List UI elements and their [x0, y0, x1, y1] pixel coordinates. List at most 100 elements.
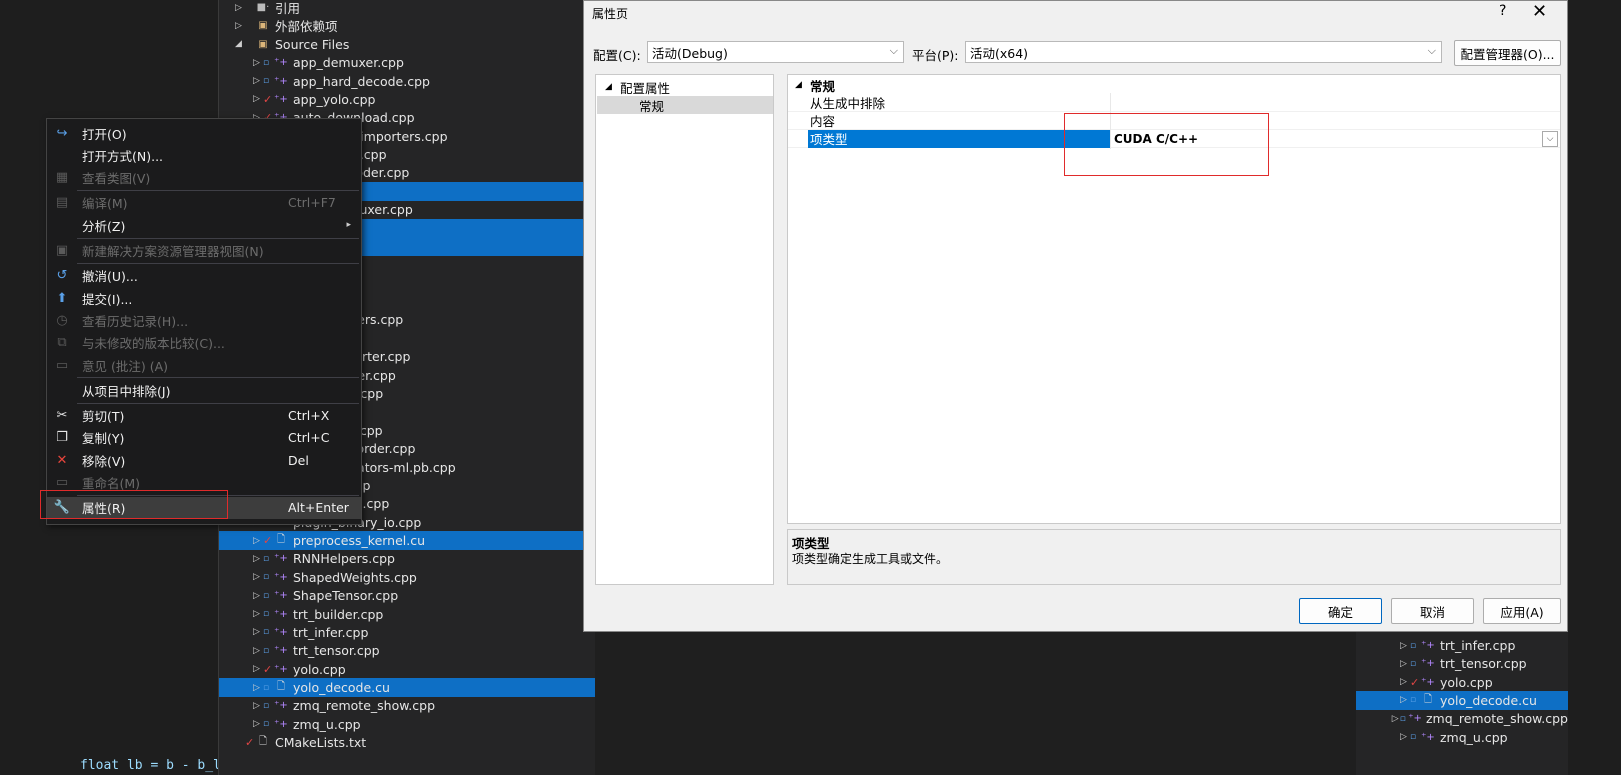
- txt-file-icon: 🗋: [258, 736, 268, 748]
- explorer-tree-item[interactable]: ▷ ▫ ⁺+ zmq_u.cpp: [219, 715, 595, 734]
- menu-item[interactable]: ⬆ 提交(I)...: [47, 287, 361, 309]
- explorer-tree-item[interactable]: ▷ ▫ ⁺+ trt_infer.cpp: [219, 623, 595, 642]
- checked-out-icon: ✓: [263, 534, 273, 548]
- menu-item-label: 与未修改的版本比较(C)...: [82, 336, 225, 352]
- explorer-tree-item[interactable]: ▷ ▫ ⁺+ ShapedWeights.cpp: [219, 568, 595, 587]
- tree-item-label: app_yolo.cpp: [293, 91, 376, 107]
- menu-item[interactable]: ↪ 打开(O): [47, 122, 361, 144]
- tree-item-config-properties[interactable]: ◢ 配置属性: [597, 78, 773, 96]
- menu-item[interactable]: ↺ 撤消(U)...: [47, 265, 361, 287]
- remove-icon: ✕: [56, 452, 68, 468]
- expand-arrow-icon[interactable]: ▷: [253, 58, 263, 68]
- expand-arrow-icon[interactable]: ▷: [253, 572, 263, 582]
- explorer2-tree-item[interactable]: ▷ ▫ ⁺+ trt_tensor.cpp: [1356, 654, 1568, 673]
- tree-item-label: ShapedWeights.cpp: [293, 569, 417, 585]
- ok-button[interactable]: 确定: [1299, 598, 1382, 624]
- expand-arrow-icon[interactable]: ▷: [253, 609, 263, 619]
- collapse-arrow-icon[interactable]: ◢: [235, 39, 245, 49]
- grid-category[interactable]: ◢ 常规: [788, 76, 1560, 94]
- context-menu: ↪ 打开(O) 打开方式(N)... ▦ 查看类图(V) ▤ 编译(M) Ctrl+F7 分析(…: [46, 118, 362, 525]
- expand-arrow-icon[interactable]: ▷: [253, 536, 263, 546]
- expand-arrow-icon[interactable]: ▷: [1400, 695, 1410, 705]
- tree-item-label: yolo.cpp: [1440, 674, 1493, 690]
- cpp-file-icon: ⁺+: [274, 626, 288, 638]
- expand-arrow-icon[interactable]: ▷: [1400, 677, 1410, 687]
- cpp-file-icon: ⁺+: [1421, 658, 1435, 670]
- explorer-tree-item[interactable]: ▷ ▫ ⁺+ trt_builder.cpp: [219, 605, 595, 624]
- tree-item-label: app_demuxer.cpp: [293, 55, 404, 71]
- config-select[interactable]: 活动(Debug) ⌵: [647, 41, 904, 63]
- expand-arrow-icon[interactable]: ▷: [253, 646, 263, 656]
- explorer-tree-item[interactable]: ▷ ▫ ⁺+ RNNHelpers.cpp: [219, 549, 595, 568]
- explorer-tree-item[interactable]: ▷ ▫ ⁺+ zmq_remote_show.cpp: [219, 696, 595, 715]
- tree-item-label: Source Files: [275, 36, 350, 52]
- expand-arrow-icon[interactable]: ▷: [253, 76, 263, 86]
- explorer-tree-item[interactable]: ▷ ▫ 🗋 yolo_decode.cu: [219, 678, 595, 698]
- property-row-exclude[interactable]: 从生成中排除: [788, 94, 1560, 112]
- menu-item: ▭ 意见 (批注) (A): [47, 354, 361, 376]
- lock-icon: ▫: [263, 553, 270, 564]
- explorer-tree-item[interactable]: ▷ ▫ ⁺+ app_hard_decode.cpp: [219, 72, 595, 91]
- cpp-file-icon: ⁺+: [274, 608, 288, 620]
- explorer-tree-item[interactable]: ✓ 🗋 CMakeLists.txt: [219, 733, 595, 752]
- explorer2-tree-item[interactable]: ▷ ✓ ⁺+ yolo.cpp: [1356, 673, 1568, 692]
- menu-item[interactable]: ✂ 剪切(T) Ctrl+X: [47, 405, 361, 427]
- lock-icon: ▫: [263, 590, 270, 601]
- platform-select[interactable]: 活动(x64) ⌵: [965, 41, 1442, 63]
- explorer-tree-item[interactable]: ▷ ▣ 外部依赖项: [219, 16, 595, 35]
- expand-arrow-icon[interactable]: ▷: [253, 94, 263, 104]
- expand-arrow-icon[interactable]: ▷: [253, 554, 263, 564]
- tree-item-label: RNNHelpers.cpp: [293, 551, 395, 567]
- menu-item[interactable]: 打开方式(N)...: [47, 144, 361, 166]
- explorer-tree-item[interactable]: ▷ ▫ ⁺+ ShapeTensor.cpp: [219, 586, 595, 605]
- lock-icon: ▫: [263, 682, 270, 693]
- explorer-tree-item[interactable]: ▷ ■· 引用: [219, 0, 595, 17]
- expand-arrow-icon[interactable]: ▷: [253, 664, 263, 674]
- close-icon[interactable]: ✕: [1532, 1, 1547, 22]
- config-manager-button[interactable]: 配置管理器(O)...: [1454, 40, 1561, 66]
- menu-item[interactable]: 从项目中排除(J): [47, 379, 361, 401]
- expand-arrow-icon[interactable]: ▷: [235, 21, 245, 31]
- solution-explorer-secondary[interactable]: ▷ ▫ ⁺+ trt_infer.cpp ▷ ▫ ⁺+ trt_tensor.cpp ▷ ✓ ⁺+ y…: [1356, 632, 1568, 775]
- expand-arrow-icon[interactable]: ▷: [1400, 659, 1410, 669]
- tree-item-label: 配置属性: [620, 80, 671, 96]
- explorer-tree-item[interactable]: ▷ ▫ ⁺+ app_demuxer.cpp: [219, 53, 595, 72]
- tree-item-label: yolo_decode.cu: [1440, 692, 1537, 708]
- tree-item-general[interactable]: 常规: [597, 96, 773, 114]
- expand-arrow-icon[interactable]: ▷: [1400, 641, 1410, 651]
- expand-arrow-icon[interactable]: ▷: [235, 3, 245, 13]
- config-select-value: 活动(Debug): [652, 45, 728, 61]
- expand-arrow-icon[interactable]: ▷: [253, 683, 263, 693]
- explorer2-tree-item[interactable]: ▷ ▫ 🗋 yolo_decode.cu: [1356, 690, 1568, 710]
- menu-separator: [77, 377, 359, 379]
- expand-arrow-icon[interactable]: ▷: [253, 591, 263, 601]
- expand-arrow-icon[interactable]: ▷: [1392, 714, 1400, 724]
- explorer-tree-item[interactable]: ◢ ▣ Source Files: [219, 35, 595, 54]
- menu-separator: [77, 402, 359, 404]
- cancel-button[interactable]: 取消: [1391, 598, 1474, 624]
- menu-item[interactable]: ❐ 复制(Y) Ctrl+C: [47, 427, 361, 449]
- explorer-tree-item[interactable]: ▷ ✓ ⁺+ yolo.cpp: [219, 660, 595, 679]
- cpp-file-icon: ⁺+: [274, 57, 288, 69]
- menu-item[interactable]: ✕ 移除(V) Del: [47, 449, 361, 471]
- explorer-tree-item[interactable]: ▷ ▫ ⁺+ trt_tensor.cpp: [219, 641, 595, 660]
- help-icon[interactable]: ?: [1499, 3, 1506, 19]
- menu-item-shortcut: Del: [288, 452, 309, 468]
- expand-arrow-icon[interactable]: ▷: [253, 627, 263, 637]
- explorer2-tree-item[interactable]: ▷ ▫ ⁺+ zmq_remote_show.cpp: [1356, 709, 1568, 728]
- explorer-tree-item[interactable]: ▷ ✓ ⁺+ app_yolo.cpp: [219, 90, 595, 109]
- menu-item-shortcut: Ctrl+X: [288, 408, 330, 424]
- explorer-tree-item[interactable]: ▷ ✓ 🗋 preprocess_kernel.cu: [219, 531, 595, 551]
- expand-arrow-icon[interactable]: ▷: [253, 701, 263, 711]
- cpp-file-icon: ⁺+: [274, 645, 288, 657]
- apply-button[interactable]: 应用(A): [1483, 598, 1561, 624]
- menu-item: ▤ 编译(M) Ctrl+F7: [47, 192, 361, 214]
- expand-arrow-icon[interactable]: ▷: [1400, 732, 1410, 742]
- explorer2-tree-item[interactable]: ▷ ▫ ⁺+ trt_infer.cpp: [1356, 636, 1568, 655]
- lock-icon: ▫: [1410, 695, 1417, 706]
- menu-item[interactable]: 分析(Z) ▸: [47, 214, 361, 236]
- expand-arrow-icon[interactable]: ▷: [253, 719, 263, 729]
- chevron-down-icon[interactable]: ⌵: [1542, 130, 1558, 147]
- explorer2-tree-item[interactable]: ▷ ▫ ⁺+ zmq_u.cpp: [1356, 728, 1568, 747]
- ref-file-icon: ■·: [256, 2, 270, 13]
